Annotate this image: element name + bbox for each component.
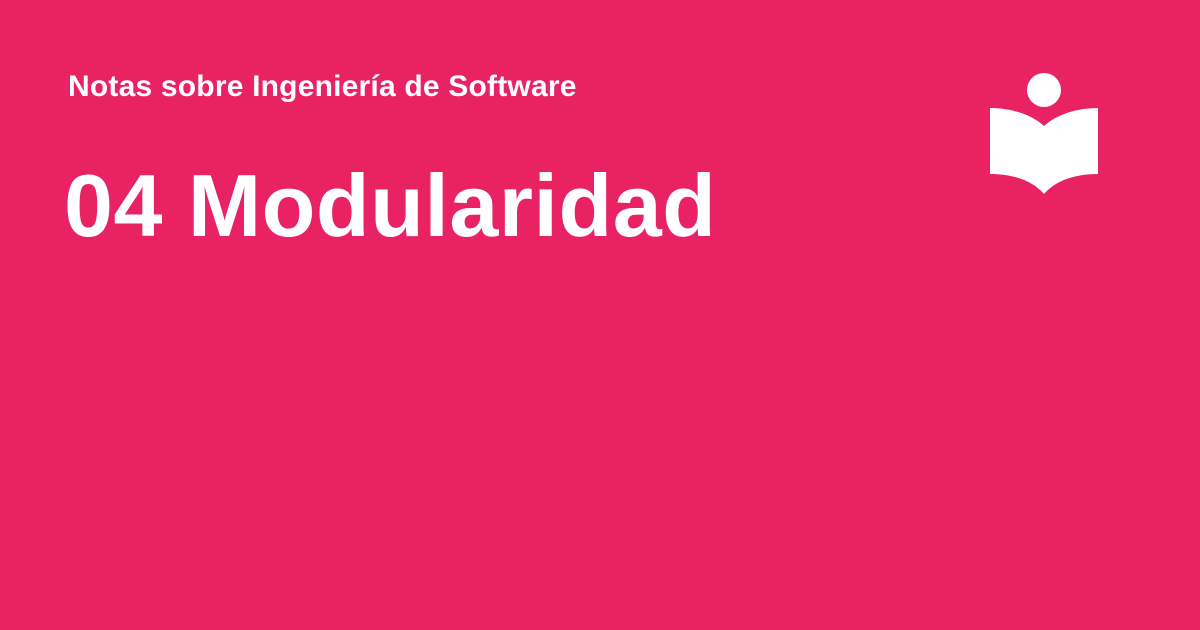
series-title: Notas sobre Ingeniería de Software <box>68 70 577 103</box>
chapter-title: 04 Modularidad <box>64 156 717 255</box>
share-card: Notas sobre Ingeniería de Software 04 Mo… <box>0 0 1200 630</box>
reader-book-icon <box>988 70 1100 198</box>
